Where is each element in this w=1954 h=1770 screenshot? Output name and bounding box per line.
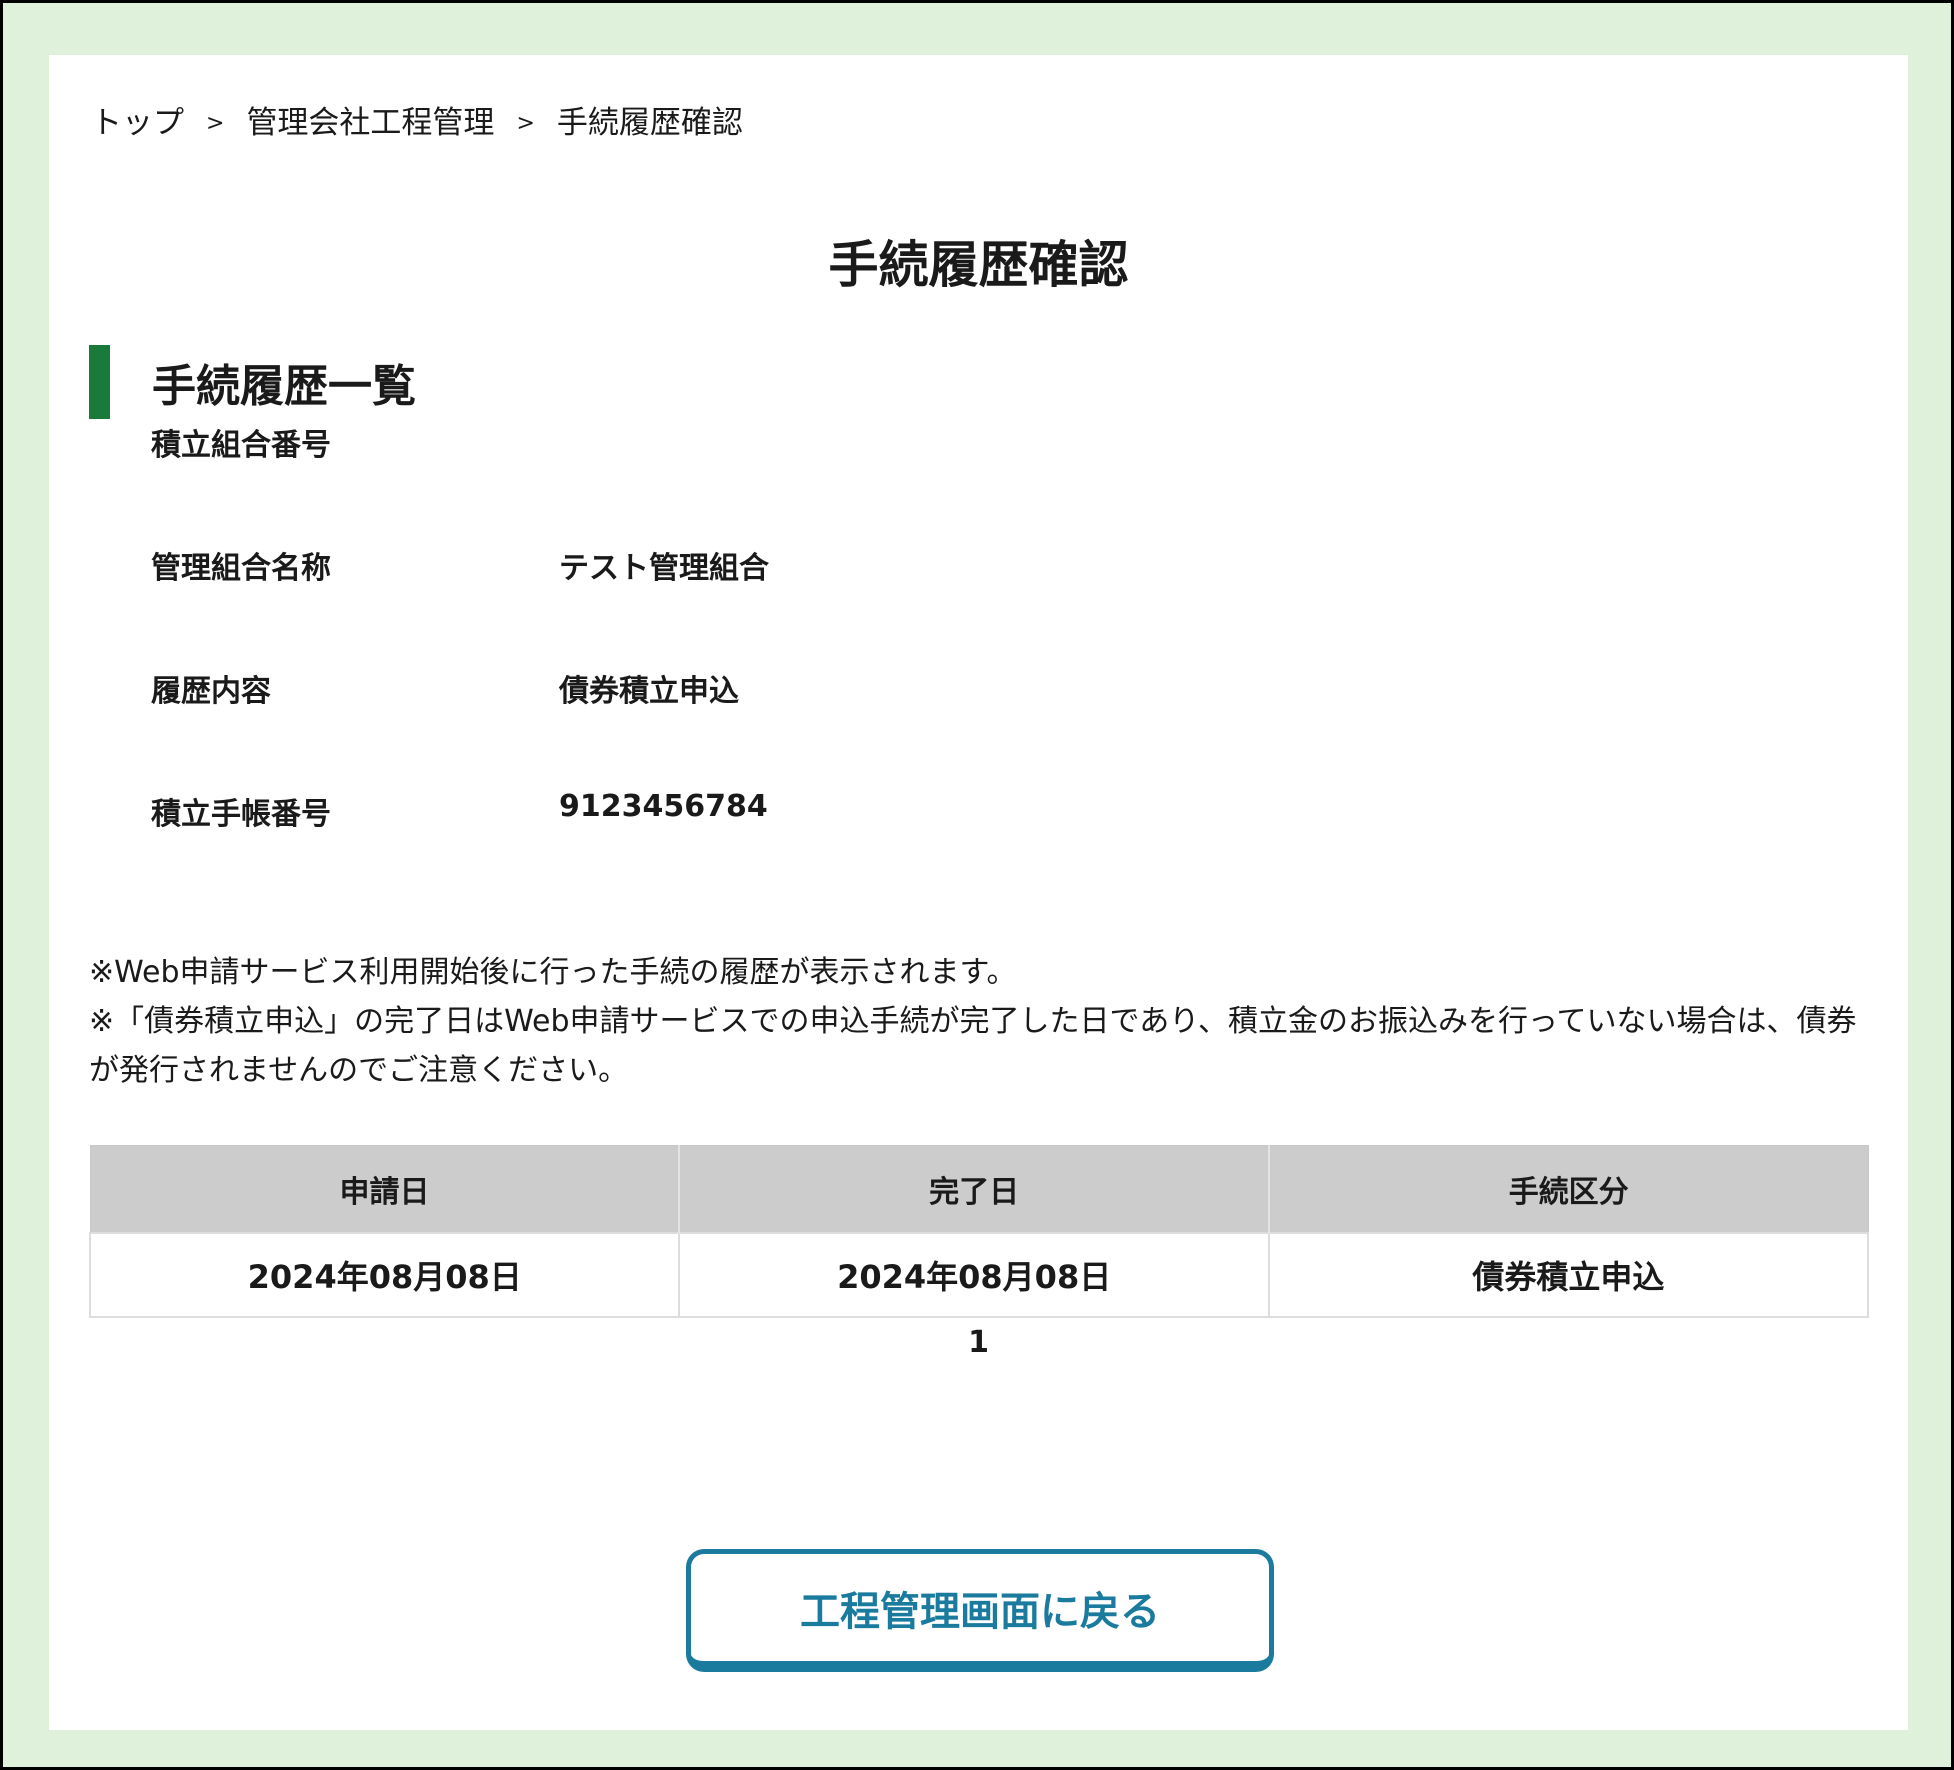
cell-application-date: 2024年08月08日 [88, 1232, 681, 1318]
section-accent-bar [89, 345, 110, 419]
notes: ※Web申請サービス利用開始後に行った手続の履歴が表示されます。 ※「債券積立申… [89, 948, 1879, 1095]
field-label-association-name: 管理組合名称 [151, 551, 331, 586]
field-value-passbook-number: 9123456784 [559, 789, 768, 824]
pagination: 1 [49, 1325, 1908, 1360]
column-header-procedure-type: 手続区分 [1268, 1145, 1869, 1234]
field-label-passbook-number: 積立手帳番号 [151, 797, 331, 832]
section-title: 手続履歴一覧 [152, 361, 416, 412]
column-header-application-date: 申請日 [89, 1145, 681, 1234]
note-line: ※「債券積立申込」の完了日はWeb申請サービスでの申込手続が完了した日であり、積… [89, 1004, 1857, 1088]
table-row: 2024年08月08日 2024年08月08日 債券積立申込 [88, 1232, 1870, 1318]
breadcrumb: トップ > 管理会社工程管理 > 手続履歴確認 [91, 97, 743, 142]
field-value-association-name: テスト管理組合 [559, 551, 769, 586]
cell-completion-date: 2024年08月08日 [678, 1232, 1270, 1318]
breadcrumb-top-link[interactable]: トップ [91, 97, 184, 142]
breadcrumb-separator: > [516, 111, 535, 136]
history-table: 申請日 完了日 手続区分 2024年08月08日 2024年08月08日 債券積… [88, 1145, 1870, 1318]
page-frame: トップ > 管理会社工程管理 > 手続履歴確認 手続履歴確認 手続履歴一覧 積立… [0, 0, 1954, 1770]
breadcrumb-process-link[interactable]: 管理会社工程管理 [246, 97, 494, 142]
page-title: 手続履歴確認 [828, 236, 1129, 294]
field-value-history-content: 債券積立申込 [559, 674, 739, 709]
content-panel: トップ > 管理会社工程管理 > 手続履歴確認 手続履歴確認 手続履歴一覧 積立… [49, 55, 1908, 1730]
field-label-history-content: 履歴内容 [151, 674, 271, 709]
note-line: ※Web申請サービス利用開始後に行った手続の履歴が表示されます。 [89, 955, 1017, 990]
section-header: 手続履歴一覧 [89, 345, 416, 419]
breadcrumb-separator: > [206, 111, 225, 136]
cell-procedure-type: 債券積立申込 [1267, 1232, 1870, 1318]
back-to-process-button[interactable]: 工程管理画面に戻る [686, 1549, 1274, 1672]
column-header-completion-date: 完了日 [678, 1145, 1270, 1234]
table-header-row: 申請日 完了日 手続区分 [89, 1145, 1869, 1234]
field-label-fund-number: 積立組合番号 [151, 428, 331, 463]
page-number-current[interactable]: 1 [968, 1325, 989, 1360]
breadcrumb-current: 手続履歴確認 [556, 105, 743, 141]
